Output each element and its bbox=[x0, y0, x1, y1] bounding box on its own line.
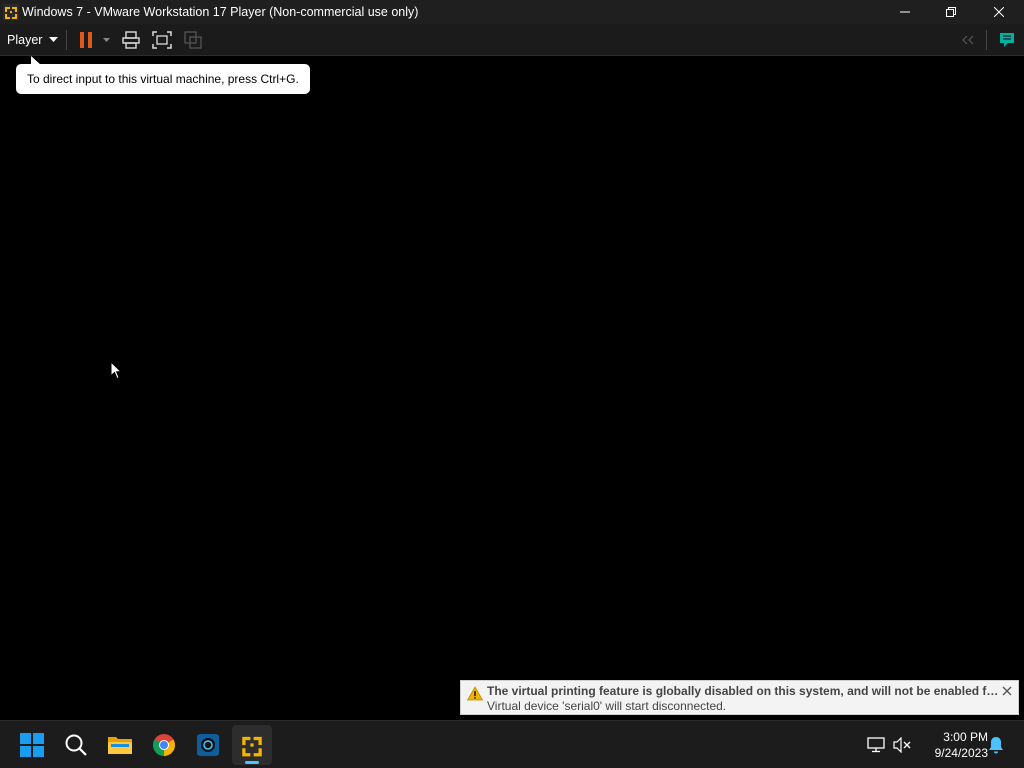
chrome-icon bbox=[153, 734, 175, 756]
unity-button[interactable] bbox=[181, 28, 205, 52]
notifications-button[interactable] bbox=[986, 735, 1006, 755]
pause-button[interactable] bbox=[76, 28, 96, 52]
close-icon bbox=[994, 7, 1004, 17]
volume-tray-button[interactable] bbox=[892, 735, 912, 755]
search-icon bbox=[65, 734, 87, 756]
vmware-logo-icon bbox=[3, 4, 19, 20]
input-grab-tooltip: To direct input to this virtual machine,… bbox=[16, 64, 310, 94]
mouse-cursor-icon bbox=[110, 361, 122, 380]
notification-close-icon[interactable] bbox=[1000, 684, 1014, 698]
tooltip-text: To direct input to this virtual machine,… bbox=[27, 72, 299, 86]
close-button[interactable] bbox=[976, 0, 1022, 24]
vmware-player-icon bbox=[242, 736, 262, 757]
file-explorer-button[interactable] bbox=[100, 725, 140, 765]
player-menu-button[interactable]: Player bbox=[0, 24, 60, 55]
network-icon bbox=[867, 737, 885, 753]
clock-time: 3:00 PM bbox=[943, 730, 988, 744]
notification-body: Virtual device 'serial0' will start disc… bbox=[487, 699, 727, 713]
collapse-toolbar-button[interactable] bbox=[958, 28, 978, 52]
message-log-icon bbox=[1000, 33, 1014, 47]
pause-icon bbox=[80, 32, 92, 48]
double-chevron-left-icon bbox=[962, 36, 974, 44]
full-screen-button[interactable] bbox=[150, 28, 174, 52]
system-clock[interactable]: 3:00 PM 9/24/2023 bbox=[918, 729, 988, 761]
pause-options-dropdown[interactable] bbox=[99, 28, 113, 52]
full-screen-icon bbox=[152, 31, 172, 49]
search-button[interactable] bbox=[56, 725, 96, 765]
restore-icon bbox=[946, 7, 956, 17]
app-icon bbox=[197, 734, 219, 756]
ctrl-alt-del-icon bbox=[122, 31, 140, 49]
title-bar: Windows 7 - VMware Workstation 17 Player… bbox=[0, 0, 1024, 24]
vmware-player-button[interactable] bbox=[232, 725, 272, 765]
toolbar-divider bbox=[986, 30, 987, 50]
volume-muted-icon bbox=[893, 737, 911, 753]
active-app-indicator bbox=[245, 761, 259, 764]
send-ctrl-alt-del-button[interactable] bbox=[120, 28, 142, 52]
app-button[interactable] bbox=[188, 725, 228, 765]
file-explorer-icon bbox=[108, 737, 132, 754]
window-title: Windows 7 - VMware Workstation 17 Player… bbox=[22, 5, 419, 19]
toolbar-divider bbox=[66, 30, 67, 50]
player-toolbar: Player bbox=[0, 24, 1024, 56]
notification-bar: The virtual printing feature is globally… bbox=[460, 680, 1019, 715]
message-log-button[interactable] bbox=[996, 28, 1018, 52]
minimize-icon bbox=[900, 11, 910, 13]
player-menu-label: Player bbox=[7, 32, 43, 47]
minimize-button[interactable] bbox=[882, 0, 928, 24]
virtual-machine-display[interactable] bbox=[0, 56, 1024, 720]
chrome-button[interactable] bbox=[144, 725, 184, 765]
clock-date: 9/24/2023 bbox=[934, 746, 988, 760]
restore-button[interactable] bbox=[928, 0, 974, 24]
start-icon bbox=[20, 733, 44, 757]
notification-title: The virtual printing feature is globally… bbox=[487, 684, 999, 698]
bell-icon bbox=[989, 737, 1003, 754]
network-tray-button[interactable] bbox=[866, 735, 886, 755]
unity-icon bbox=[184, 31, 202, 49]
chevron-down-icon bbox=[102, 37, 110, 42]
warning-icon bbox=[467, 686, 483, 701]
taskbar: 3:00 PM 9/24/2023 bbox=[0, 720, 1024, 768]
start-button[interactable] bbox=[12, 725, 52, 765]
chevron-down-icon bbox=[49, 36, 59, 42]
